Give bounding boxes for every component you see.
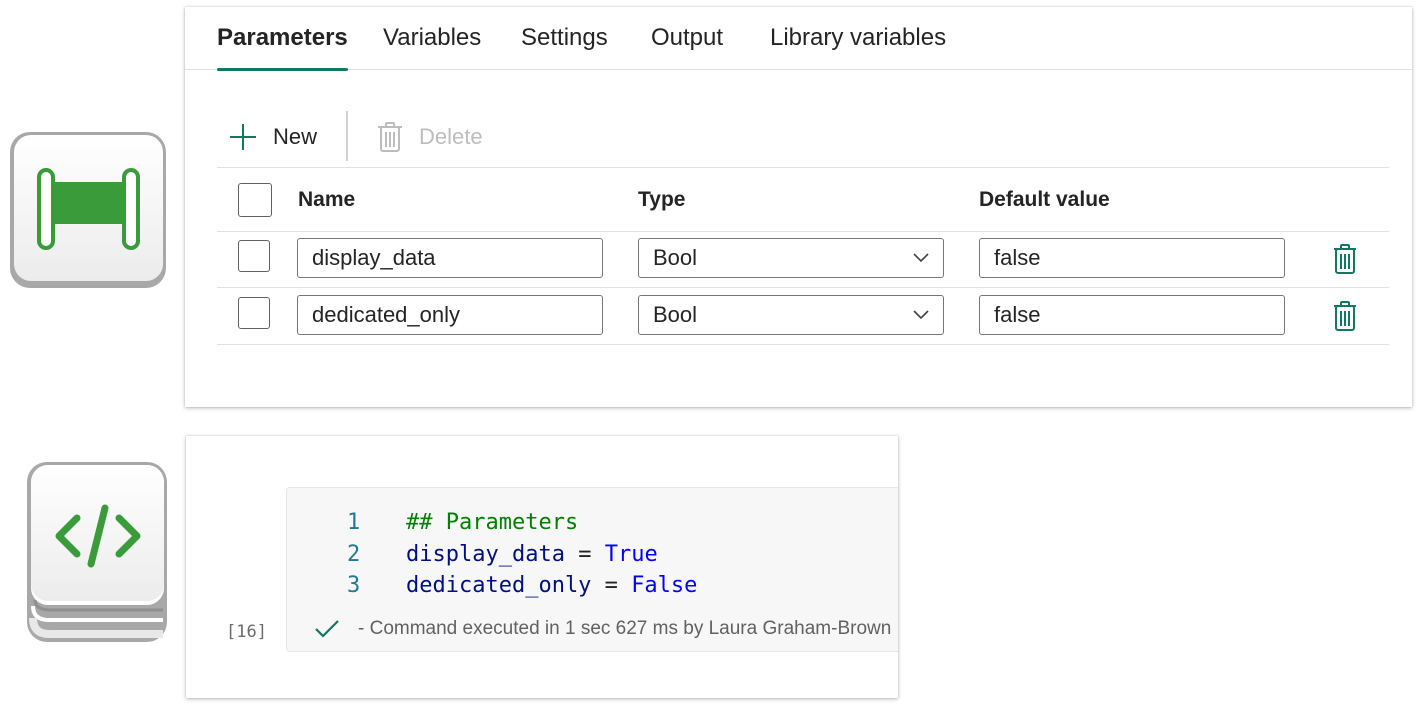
- code-variable: display_data: [406, 542, 565, 567]
- row-delete-button[interactable]: [1333, 244, 1357, 279]
- parameter-type-value: Bool: [653, 302, 698, 327]
- trash-icon: [1334, 244, 1356, 274]
- parameters-panel: Parameters Variables Settings Output Lib…: [185, 7, 1412, 407]
- column-header-name: Name: [298, 188, 356, 211]
- tab-settings[interactable]: Settings: [521, 24, 608, 69]
- line-number: 1: [347, 510, 361, 535]
- code-operator: =: [591, 573, 632, 598]
- tab-bar: Parameters Variables Settings Output Lib…: [185, 7, 1412, 71]
- line-number: 3: [347, 573, 361, 598]
- parameter-type-value: Bool: [653, 245, 698, 270]
- code-keyword: False: [631, 573, 698, 598]
- parameter-type-select[interactable]: Bool: [638, 295, 944, 335]
- code-text: dedicated_only = False: [406, 573, 697, 598]
- parameter-default-input[interactable]: false: [979, 295, 1285, 335]
- column-header-default-value: Default value: [979, 188, 1110, 211]
- parameter-default-input[interactable]: false: [979, 238, 1285, 278]
- table-row: display_data Bool false: [217, 231, 1389, 288]
- toolbar-divider: [346, 111, 348, 161]
- parameter-type-select[interactable]: Bool: [638, 238, 944, 278]
- row-delete-button[interactable]: [1333, 301, 1357, 336]
- select-all-checkbox[interactable]: [238, 183, 272, 217]
- code-comment: ## Parameters: [406, 510, 579, 535]
- new-button[interactable]: New: [229, 109, 317, 165]
- notebook-panel: 1 ## Parameters 2 display_data = True 3 …: [186, 436, 898, 698]
- column-header-type: Type: [638, 188, 686, 211]
- parameter-name-input[interactable]: display_data: [297, 238, 603, 278]
- tab-variables[interactable]: Variables: [383, 24, 481, 69]
- execution-status: - Command executed in 1 sec 627 ms by La…: [314, 618, 891, 640]
- code-keyword: True: [604, 542, 658, 567]
- status-text: - Command executed in 1 sec 627 ms by La…: [358, 618, 892, 639]
- grid-header: Name Type Default value: [217, 167, 1389, 232]
- delete-button-label: Delete: [419, 124, 483, 149]
- trash-icon: [1334, 301, 1356, 331]
- chevron-down-icon: [913, 253, 929, 263]
- new-button-label: New: [273, 124, 318, 149]
- checkmark-icon: [315, 620, 339, 638]
- tab-parameters[interactable]: Parameters: [217, 24, 348, 71]
- code-variable: dedicated_only: [406, 573, 592, 598]
- table-row: dedicated_only Bool false: [217, 288, 1389, 345]
- parameters-toolbar: New Delete: [217, 109, 1389, 165]
- trash-icon: [378, 122, 402, 152]
- notebook-code-icon: [25, 460, 171, 646]
- tab-library-variables[interactable]: Library variables: [770, 24, 946, 69]
- code-text: ## Parameters: [406, 510, 578, 535]
- delete-button[interactable]: Delete: [377, 109, 483, 165]
- pipeline-activity-icon: [8, 130, 168, 290]
- code-text: display_data = True: [406, 542, 658, 567]
- row-checkbox[interactable]: [238, 297, 270, 329]
- chevron-down-icon: [913, 310, 929, 320]
- code-operator: =: [564, 542, 605, 567]
- line-number: 2: [347, 542, 361, 567]
- parameter-name-input[interactable]: dedicated_only: [297, 295, 603, 335]
- plus-icon: [230, 124, 256, 150]
- row-checkbox[interactable]: [238, 240, 270, 272]
- tab-output[interactable]: Output: [651, 24, 723, 69]
- execution-count: [16]: [226, 622, 267, 642]
